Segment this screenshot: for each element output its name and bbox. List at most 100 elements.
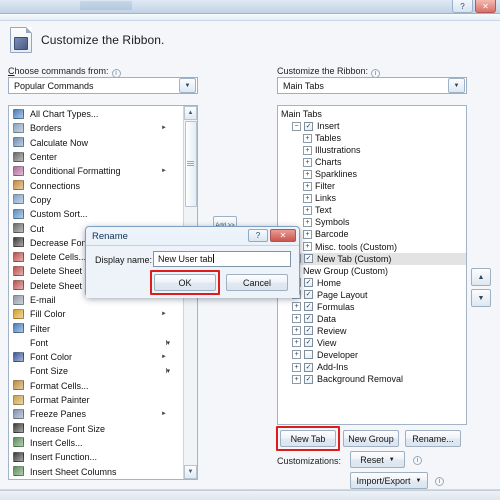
command-list-item[interactable]: Font Size I▾ [9, 364, 183, 378]
close-icon[interactable]: ✕ [475, 0, 496, 13]
dialog-close-icon[interactable]: ✕ [270, 229, 296, 242]
expand-icon[interactable]: + [303, 229, 312, 239]
move-up-button[interactable]: ▲ [471, 268, 491, 286]
command-list-item[interactable]: Borders ► [9, 121, 183, 135]
ribbon-tree-label: New Group (Custom) [303, 265, 389, 276]
command-list-item[interactable]: Font I▾ [9, 336, 183, 350]
chevron-down-icon[interactable]: ▼ [416, 478, 422, 484]
tree-checkbox[interactable]: ✓ [304, 254, 313, 264]
tree-checkbox[interactable]: ✓ [304, 302, 313, 312]
ribbon-tree-item[interactable]: + Illustrations [278, 144, 466, 156]
tree-checkbox[interactable] [304, 350, 313, 360]
command-list-item[interactable]: Insert Cells... [9, 436, 183, 450]
command-list-item[interactable]: Insert Sheet Columns [9, 464, 183, 478]
expand-icon[interactable]: + [303, 133, 312, 143]
tree-checkbox[interactable]: ✓ [304, 362, 313, 372]
ribbon-tree-item[interactable]: +✓Page Layout [278, 289, 466, 301]
ribbon-tree-item[interactable]: Main Tabs [278, 108, 466, 120]
ribbon-tree-label: Add-Ins [317, 362, 349, 372]
dialog-cancel-button[interactable]: Cancel [226, 274, 288, 291]
expand-icon[interactable]: + [292, 362, 301, 372]
command-list-item[interactable]: Format Painter [9, 393, 183, 407]
ribbon-tree-item[interactable]: + Misc. tools (Custom) [278, 241, 466, 253]
move-down-button[interactable]: ▼ [471, 289, 491, 307]
ribbon-tree-listbox[interactable]: Main Tabs − ✓ Insert + Tables + Illustrations + C… [277, 105, 467, 425]
command-list-item[interactable]: Copy [9, 193, 183, 207]
expand-icon[interactable]: + [303, 181, 312, 191]
command-list-item[interactable]: Fill Color ► [9, 307, 183, 321]
command-list-item[interactable]: Insert Function... [9, 450, 183, 464]
chevron-down-icon[interactable]: ▼ [389, 457, 395, 463]
ribbon-tree-item[interactable]: + Developer [278, 349, 466, 361]
choose-commands-combobox[interactable]: Popular Commands ▼ [8, 77, 198, 94]
command-list-item[interactable]: Custom Sort... [9, 207, 183, 221]
ribbon-tree-item[interactable]: + ✓ Data [278, 313, 466, 325]
dialog-help-icon[interactable]: ? [248, 229, 268, 242]
expand-icon[interactable]: + [303, 145, 312, 155]
command-list-item[interactable]: Connections [9, 178, 183, 192]
command-label: Cut [30, 223, 45, 234]
expand-icon[interactable]: + [292, 314, 301, 324]
command-list-item[interactable]: Filter [9, 321, 183, 335]
tree-checkbox[interactable]: ✓ [304, 338, 313, 348]
ribbon-tree-item[interactable]: +✓Home [278, 277, 466, 289]
expand-icon[interactable]: + [292, 350, 301, 360]
expand-icon[interactable]: + [292, 374, 301, 384]
expand-icon[interactable]: + [303, 242, 312, 252]
ribbon-tree-item[interactable]: + Charts [278, 156, 466, 168]
tree-checkbox[interactable]: ✓ [304, 314, 313, 324]
collapse-icon[interactable]: − [292, 121, 301, 131]
expand-icon[interactable]: + [292, 326, 301, 336]
ribbon-tree-item[interactable]: + Text [278, 204, 466, 216]
info-icon[interactable]: i [435, 477, 444, 486]
command-list-item[interactable]: Calculate Now [9, 136, 183, 150]
expand-icon[interactable]: + [303, 193, 312, 203]
tree-checkbox[interactable]: ✓ [304, 290, 313, 300]
expand-icon[interactable]: + [303, 217, 312, 227]
tree-checkbox[interactable]: ✓ [304, 121, 313, 131]
ribbon-tree-item[interactable]: + ✓ View [278, 337, 466, 349]
expand-icon[interactable]: + [303, 157, 312, 167]
ribbon-tree-item[interactable]: + ✓ Background Removal [278, 373, 466, 385]
ribbon-tree-item[interactable]: + Sparklines [278, 168, 466, 180]
command-list-item[interactable]: All Chart Types... [9, 107, 183, 121]
tree-checkbox[interactable]: ✓ [304, 374, 313, 384]
expand-icon[interactable]: + [292, 338, 301, 348]
command-list-item[interactable]: Font Color ► [9, 350, 183, 364]
info-icon[interactable]: i [413, 456, 422, 465]
ribbon-tree-item[interactable]: + Tables [278, 132, 466, 144]
ribbon-tree-item[interactable]: + ✓ Add-Ins [278, 361, 466, 373]
import-export-button[interactable]: Import/Export ▼ [350, 472, 428, 489]
command-list-item[interactable]: Conditional Formatting ► [9, 164, 183, 178]
expand-icon[interactable]: + [303, 169, 312, 179]
ribbon-tree-item[interactable]: New Group (Custom) [278, 265, 466, 277]
ribbon-tree-item[interactable]: + Links [278, 192, 466, 204]
tree-checkbox[interactable]: ✓ [304, 278, 313, 288]
ribbon-tree-item[interactable]: + Symbols [278, 216, 466, 228]
ribbon-tree-item[interactable]: + ✓ Formulas [278, 301, 466, 313]
command-list-item[interactable]: Insert Sheet Rows [9, 479, 183, 480]
ribbon-tree-item[interactable]: − ✓ Insert [278, 120, 466, 132]
reset-button[interactable]: Reset ▼ [350, 451, 405, 468]
command-list-item[interactable]: Increase Font Size [9, 422, 183, 436]
ribbon-tree-item[interactable]: −✓New Tab (Custom) [278, 252, 466, 265]
chevron-down-icon[interactable]: ▼ [448, 78, 465, 93]
scroll-down-icon[interactable]: ▼ [184, 465, 197, 479]
display-name-input[interactable]: New User tab [153, 251, 291, 267]
new-group-button[interactable]: New Group [343, 430, 399, 447]
ribbon-tree-item[interactable]: + Filter [278, 180, 466, 192]
help-icon[interactable]: ? [452, 0, 473, 13]
ribbon-tree-item[interactable]: + Barcode [278, 228, 466, 240]
command-list-item[interactable]: Freeze Panes ► [9, 407, 183, 421]
chevron-down-icon[interactable]: ▼ [179, 78, 196, 93]
customize-ribbon-combobox[interactable]: Main Tabs ▼ [277, 77, 467, 94]
expand-icon[interactable]: + [292, 302, 301, 312]
tree-checkbox[interactable]: ✓ [304, 326, 313, 336]
command-list-item[interactable]: Format Cells... [9, 379, 183, 393]
command-list-item[interactable]: Center [9, 150, 183, 164]
rename-button[interactable]: Rename... [405, 430, 461, 447]
ribbon-tree-item[interactable]: + ✓ Review [278, 325, 466, 337]
scroll-up-icon[interactable]: ▲ [184, 106, 197, 120]
conditional-formatting-icon [12, 165, 25, 177]
expand-icon[interactable]: + [303, 205, 312, 215]
